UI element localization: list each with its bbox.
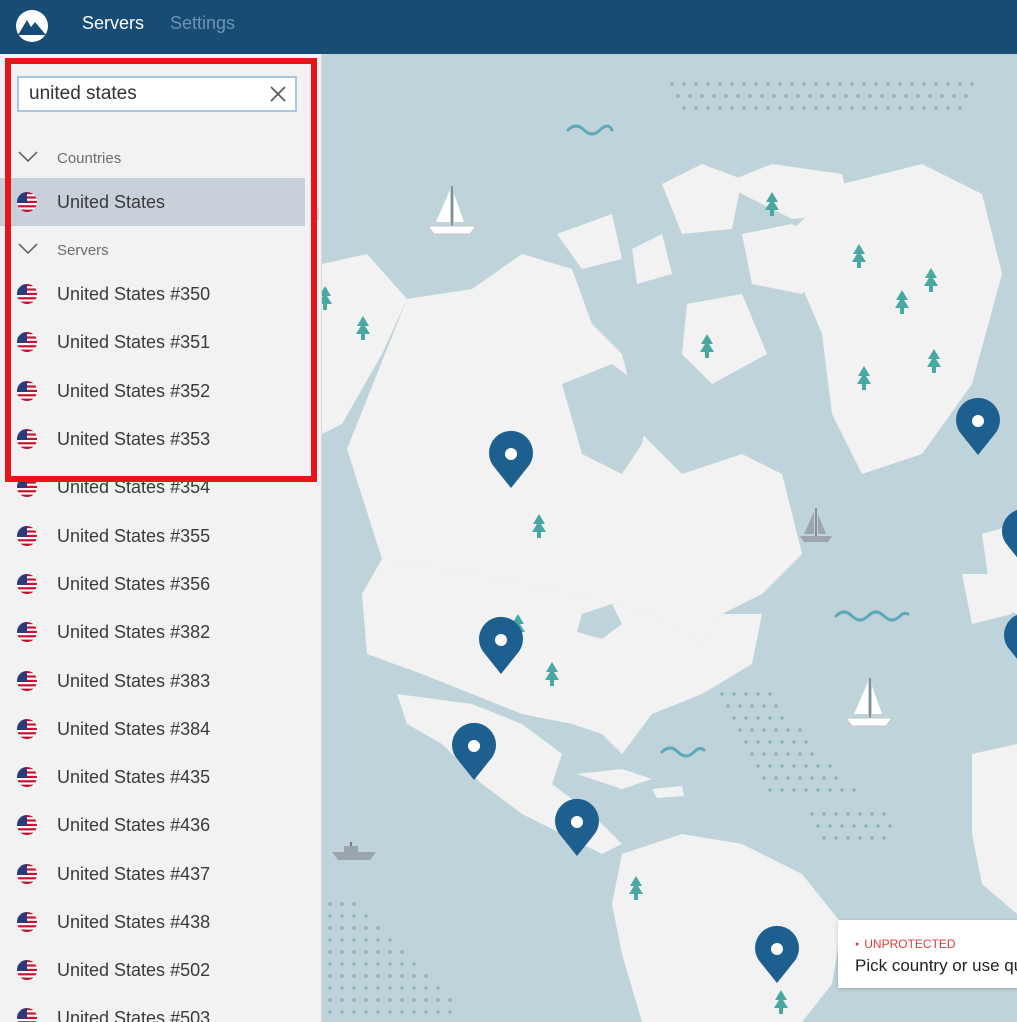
chevron-down-icon: [18, 151, 38, 163]
server-item[interactable]: United States #351: [0, 318, 305, 366]
scrollbar[interactable]: [315, 208, 319, 220]
server-item[interactable]: United States #382: [0, 608, 305, 656]
world-map[interactable]: [322, 54, 1017, 1022]
server-item[interactable]: United States #354: [0, 463, 305, 511]
server-item[interactable]: United States #384: [0, 705, 305, 753]
us-flag-icon: [17, 381, 37, 401]
search-input[interactable]: [29, 78, 259, 110]
server-name: United States #503: [57, 1008, 211, 1022]
server-name: United States #438: [57, 912, 211, 932]
us-flag-icon: [17, 960, 37, 980]
countries-section-header[interactable]: Countries: [0, 144, 320, 174]
close-icon[interactable]: [269, 85, 287, 103]
section-label: Servers: [57, 242, 109, 259]
us-flag-icon: [17, 284, 37, 304]
chevron-down-icon: [18, 243, 38, 255]
us-flag-icon: [17, 719, 37, 739]
server-name: United States #384: [57, 719, 211, 739]
us-flag-icon: [17, 767, 37, 787]
server-name: United States #353: [57, 429, 211, 449]
server-item[interactable]: United States #502: [0, 946, 305, 994]
server-item[interactable]: United States #356: [0, 560, 305, 608]
us-flag-icon: [17, 526, 37, 546]
status-label: UNPROTECTED: [855, 937, 955, 951]
server-name: United States #437: [57, 864, 211, 884]
us-flag-icon: [17, 864, 37, 884]
server-name: United States #351: [57, 332, 211, 352]
tab-servers[interactable]: Servers: [82, 13, 144, 34]
server-name: United States #436: [57, 815, 211, 835]
search-box: [17, 76, 297, 112]
mountain-logo-icon[interactable]: [14, 8, 50, 44]
server-item[interactable]: United States #436: [0, 801, 305, 849]
server-item[interactable]: United States #435: [0, 753, 305, 801]
us-flag-icon: [17, 1008, 37, 1022]
country-name: United States: [57, 192, 166, 212]
us-flag-icon: [17, 622, 37, 642]
server-sidebar: Countries United States Servers United S…: [0, 54, 322, 1022]
server-item[interactable]: United States #437: [0, 850, 305, 898]
us-flag-icon: [17, 429, 37, 449]
us-flag-icon: [17, 912, 37, 932]
server-item[interactable]: United States #353: [0, 415, 305, 463]
us-flag-icon: [17, 332, 37, 352]
server-item[interactable]: United States #355: [0, 512, 305, 560]
top-bar: Servers Settings: [0, 0, 1017, 54]
server-name: United States #356: [57, 574, 211, 594]
us-flag-icon: [17, 477, 37, 497]
server-name: United States #350: [57, 284, 211, 304]
us-flag-icon: [17, 671, 37, 691]
section-label: Countries: [57, 150, 122, 167]
us-flag-icon: [17, 815, 37, 835]
tab-settings[interactable]: Settings: [170, 13, 235, 34]
status-message: Pick country or use quick connect: [855, 956, 1017, 975]
us-flag-icon: [17, 574, 37, 594]
server-name: United States #355: [57, 526, 211, 546]
connection-status-card[interactable]: UNPROTECTED Pick country or use quick co…: [838, 920, 1017, 988]
us-flag-icon: [17, 192, 37, 212]
server-item[interactable]: United States #350: [0, 270, 305, 318]
server-item[interactable]: United States #438: [0, 898, 305, 946]
server-name: United States #383: [57, 671, 211, 691]
server-item[interactable]: United States #352: [0, 367, 305, 415]
server-name: United States #354: [57, 477, 211, 497]
server-name: United States #435: [57, 767, 211, 787]
server-name: United States #502: [57, 960, 211, 980]
servers-section-header[interactable]: Servers: [0, 236, 320, 266]
server-item[interactable]: United States #383: [0, 657, 305, 705]
server-name: United States #352: [57, 381, 211, 401]
country-item-united-states[interactable]: United States: [0, 178, 305, 226]
server-item[interactable]: United States #503: [0, 994, 305, 1022]
server-name: United States #382: [57, 622, 211, 642]
